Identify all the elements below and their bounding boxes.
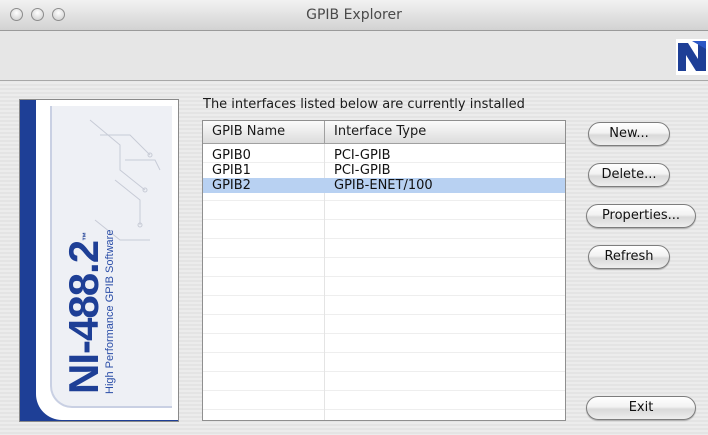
trademark-symbol: ™ bbox=[81, 232, 91, 241]
cell-gpib-name: GPIB2 bbox=[212, 178, 251, 193]
refresh-button[interactable]: Refresh bbox=[588, 245, 670, 269]
table-body: GPIB0 PCI-GPIB GPIB1 PCI-GPIB GPIB2 GPIB… bbox=[203, 148, 565, 193]
table-row-selected[interactable]: GPIB2 GPIB-ENET/100 bbox=[203, 178, 565, 193]
column-header-gpib-name[interactable]: GPIB Name bbox=[212, 124, 285, 139]
main-content: NI-488.2™ High Performance GPIB Software… bbox=[0, 82, 708, 435]
cell-interface-type: PCI-GPIB bbox=[334, 163, 391, 178]
product-banner: NI-488.2™ High Performance GPIB Software bbox=[19, 99, 179, 422]
window-titlebar: GPIB Explorer bbox=[0, 0, 708, 31]
cell-interface-type: GPIB-ENET/100 bbox=[334, 178, 433, 193]
exit-button[interactable]: Exit bbox=[586, 396, 696, 420]
header-divider bbox=[324, 121, 325, 144]
banner-product-label: NI-488.2 bbox=[60, 240, 107, 394]
interfaces-caption: The interfaces listed below are currentl… bbox=[203, 97, 525, 112]
table-row[interactable]: GPIB0 PCI-GPIB bbox=[203, 148, 565, 163]
window-title: GPIB Explorer bbox=[306, 7, 402, 23]
cell-gpib-name: GPIB1 bbox=[212, 163, 251, 178]
table-header: GPIB Name Interface Type bbox=[203, 121, 565, 144]
properties-button[interactable]: Properties... bbox=[586, 204, 696, 228]
banner-text: NI-488.2™ High Performance GPIB Software bbox=[60, 229, 116, 394]
cell-gpib-name: GPIB0 bbox=[212, 148, 251, 163]
ni-logo-icon bbox=[676, 39, 708, 75]
column-header-interface-type[interactable]: Interface Type bbox=[334, 124, 426, 139]
cell-interface-type: PCI-GPIB bbox=[334, 148, 391, 163]
banner-subtitle: High Performance GPIB Software bbox=[104, 229, 116, 394]
banner-product-name: NI-488.2™ bbox=[60, 230, 107, 394]
toolbar bbox=[0, 31, 708, 81]
new-button[interactable]: New... bbox=[588, 122, 670, 146]
delete-button[interactable]: Delete... bbox=[588, 163, 670, 187]
table-row[interactable]: GPIB1 PCI-GPIB bbox=[203, 163, 565, 178]
interfaces-table[interactable]: GPIB Name Interface Type GPIB0 PCI-GPIB … bbox=[202, 120, 566, 421]
